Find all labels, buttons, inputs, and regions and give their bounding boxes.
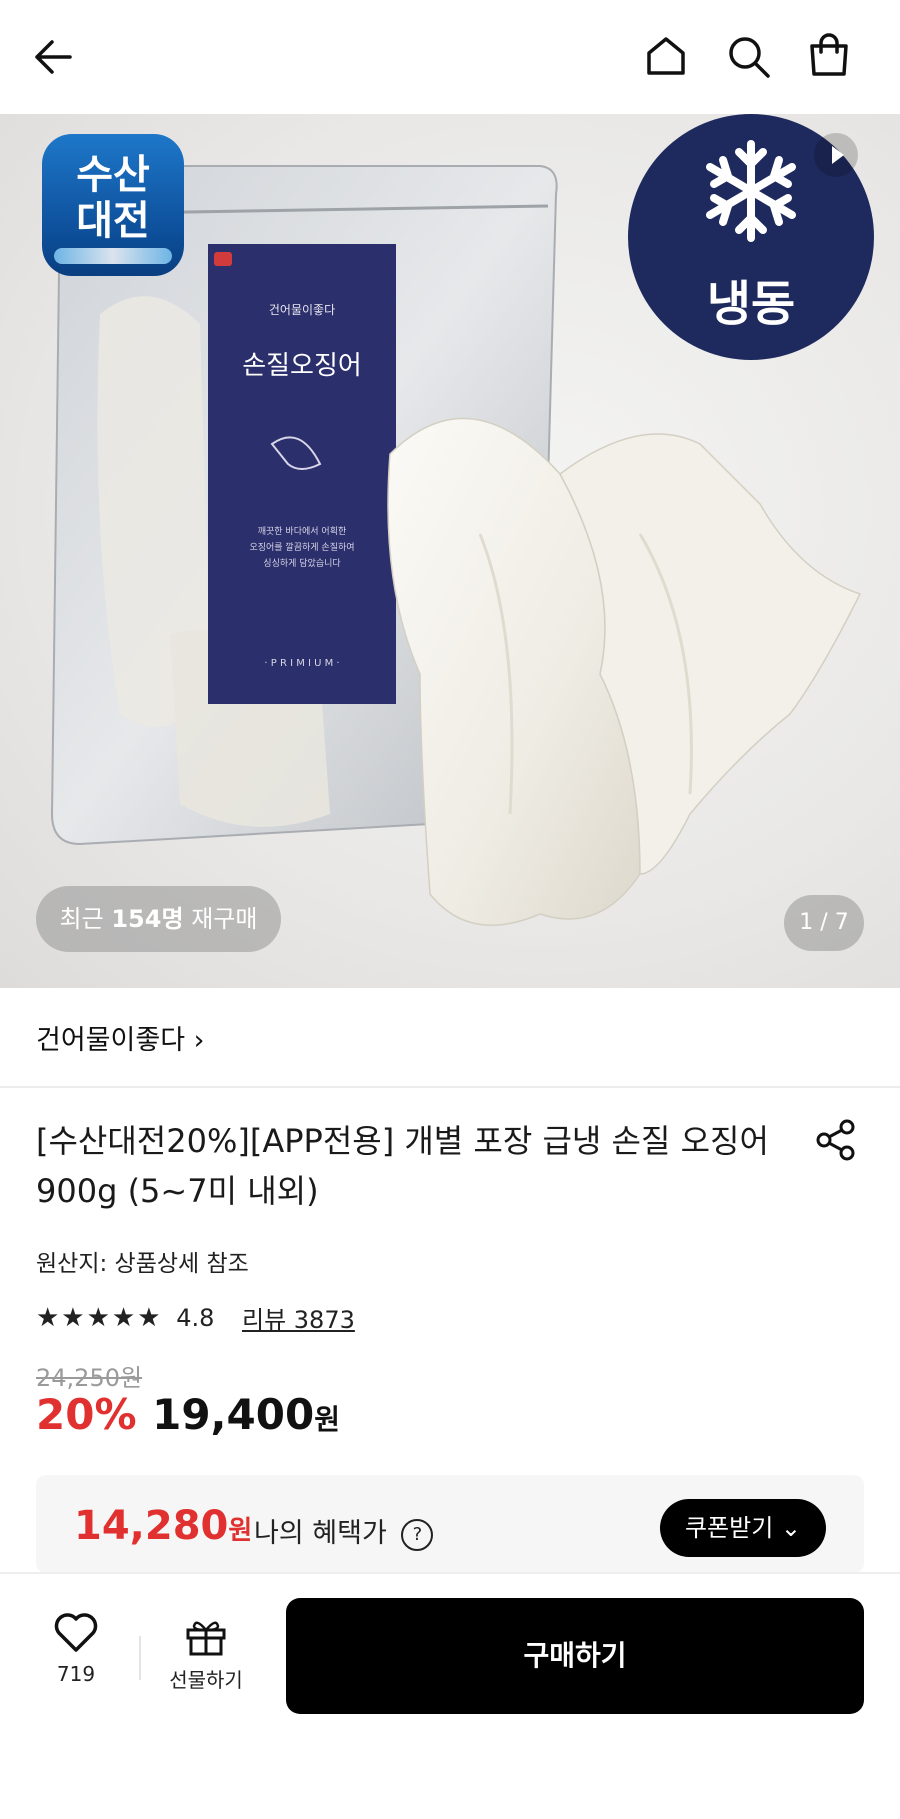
share-icon[interactable] xyxy=(814,1118,858,1162)
get-coupon-button[interactable]: 쿠폰받기 ⌄ xyxy=(660,1499,826,1557)
discount-rate: 20% xyxy=(36,1390,137,1439)
snowflake-icon xyxy=(706,140,796,242)
image-page-indicator: 1 / 7 xyxy=(784,895,864,951)
event-badge-text: 수산 대전 xyxy=(76,152,150,244)
wishlist-button[interactable]: 719 xyxy=(36,1610,116,1686)
wave-decoration xyxy=(54,248,172,264)
benefit-price: 14,280원 xyxy=(74,1503,252,1549)
rating-score: 4.8 xyxy=(176,1303,215,1332)
svg-text:싱싱하게 담았습니다: 싱싱하게 담았습니다 xyxy=(263,557,341,569)
search-icon[interactable] xyxy=(726,34,772,80)
sale-price: 19,400 xyxy=(152,1390,315,1439)
video-play-button[interactable] xyxy=(814,133,858,177)
buy-button[interactable]: 구매하기 xyxy=(286,1598,864,1714)
svg-text:오징어를 깔끔하게 손질하여: 오징어를 깔끔하게 손질하여 xyxy=(249,541,354,553)
heart-icon xyxy=(54,1613,98,1652)
play-icon xyxy=(832,146,844,164)
seller-link[interactable]: 건어물이좋다 › xyxy=(36,1018,204,1057)
package-brand-text: 건어물이좋다 xyxy=(269,303,335,317)
wishlist-count: 719 xyxy=(56,1662,96,1686)
benefit-price-value: 14,280 xyxy=(74,1503,229,1549)
back-arrow-icon[interactable] xyxy=(32,36,74,78)
product-title: [수산대전20%][APP전용] 개별 포장 급냉 손질 오징어 900g (5… xyxy=(36,1122,769,1210)
price-row: 20% 19,400원 xyxy=(36,1390,340,1439)
star-rating-icon: ★★★★★ xyxy=(36,1302,163,1333)
price-unit: 원 xyxy=(314,1403,340,1436)
gift-icon xyxy=(186,1621,226,1656)
recent-prefix: 최근 xyxy=(59,905,104,933)
gift-button[interactable]: 선물하기 xyxy=(158,1616,254,1693)
top-navigation-bar xyxy=(0,0,900,114)
svg-text:깨끗한 바다에서 어획한: 깨끗한 바다에서 어획한 xyxy=(258,525,347,537)
package-title-text: 손질오징어 xyxy=(242,351,362,381)
shopping-bag-icon[interactable] xyxy=(806,32,852,78)
recent-suffix: 재구매 xyxy=(191,905,258,933)
home-icon[interactable] xyxy=(644,34,688,78)
rating-row: ★★★★★ 4.8 리뷰 3873 xyxy=(36,1300,355,1335)
seafood-festival-badge: 수산 대전 xyxy=(42,134,184,276)
recent-repurchase-badge: 최근 154명 재구매 xyxy=(36,886,281,952)
gift-label: 선물하기 xyxy=(169,1668,243,1692)
svg-text:· P R I M I U M ·: · P R I M I U M · xyxy=(264,658,339,669)
frozen-label: 냉동 xyxy=(706,276,796,332)
original-price: 24,250원 xyxy=(36,1364,143,1392)
benefit-price-unit: 원 xyxy=(228,1516,253,1546)
help-icon[interactable]: ? xyxy=(401,1518,434,1551)
product-image-carousel[interactable]: 건어물이좋다 손질오징어 깨끗한 바다에서 어획한 오징어를 깔끔하게 손질하여… xyxy=(0,114,900,988)
origin-info: 원산지: 상품상세 참조 xyxy=(36,1251,249,1277)
benefit-label: 나의 혜택가 ? xyxy=(254,1511,434,1551)
recent-count: 154명 xyxy=(111,905,184,933)
review-link[interactable]: 리뷰 3873 xyxy=(242,1306,355,1334)
benefit-label-text: 나의 혜택가 xyxy=(254,1518,387,1549)
section-divider xyxy=(0,1086,900,1088)
bottom-divider xyxy=(139,1636,141,1680)
